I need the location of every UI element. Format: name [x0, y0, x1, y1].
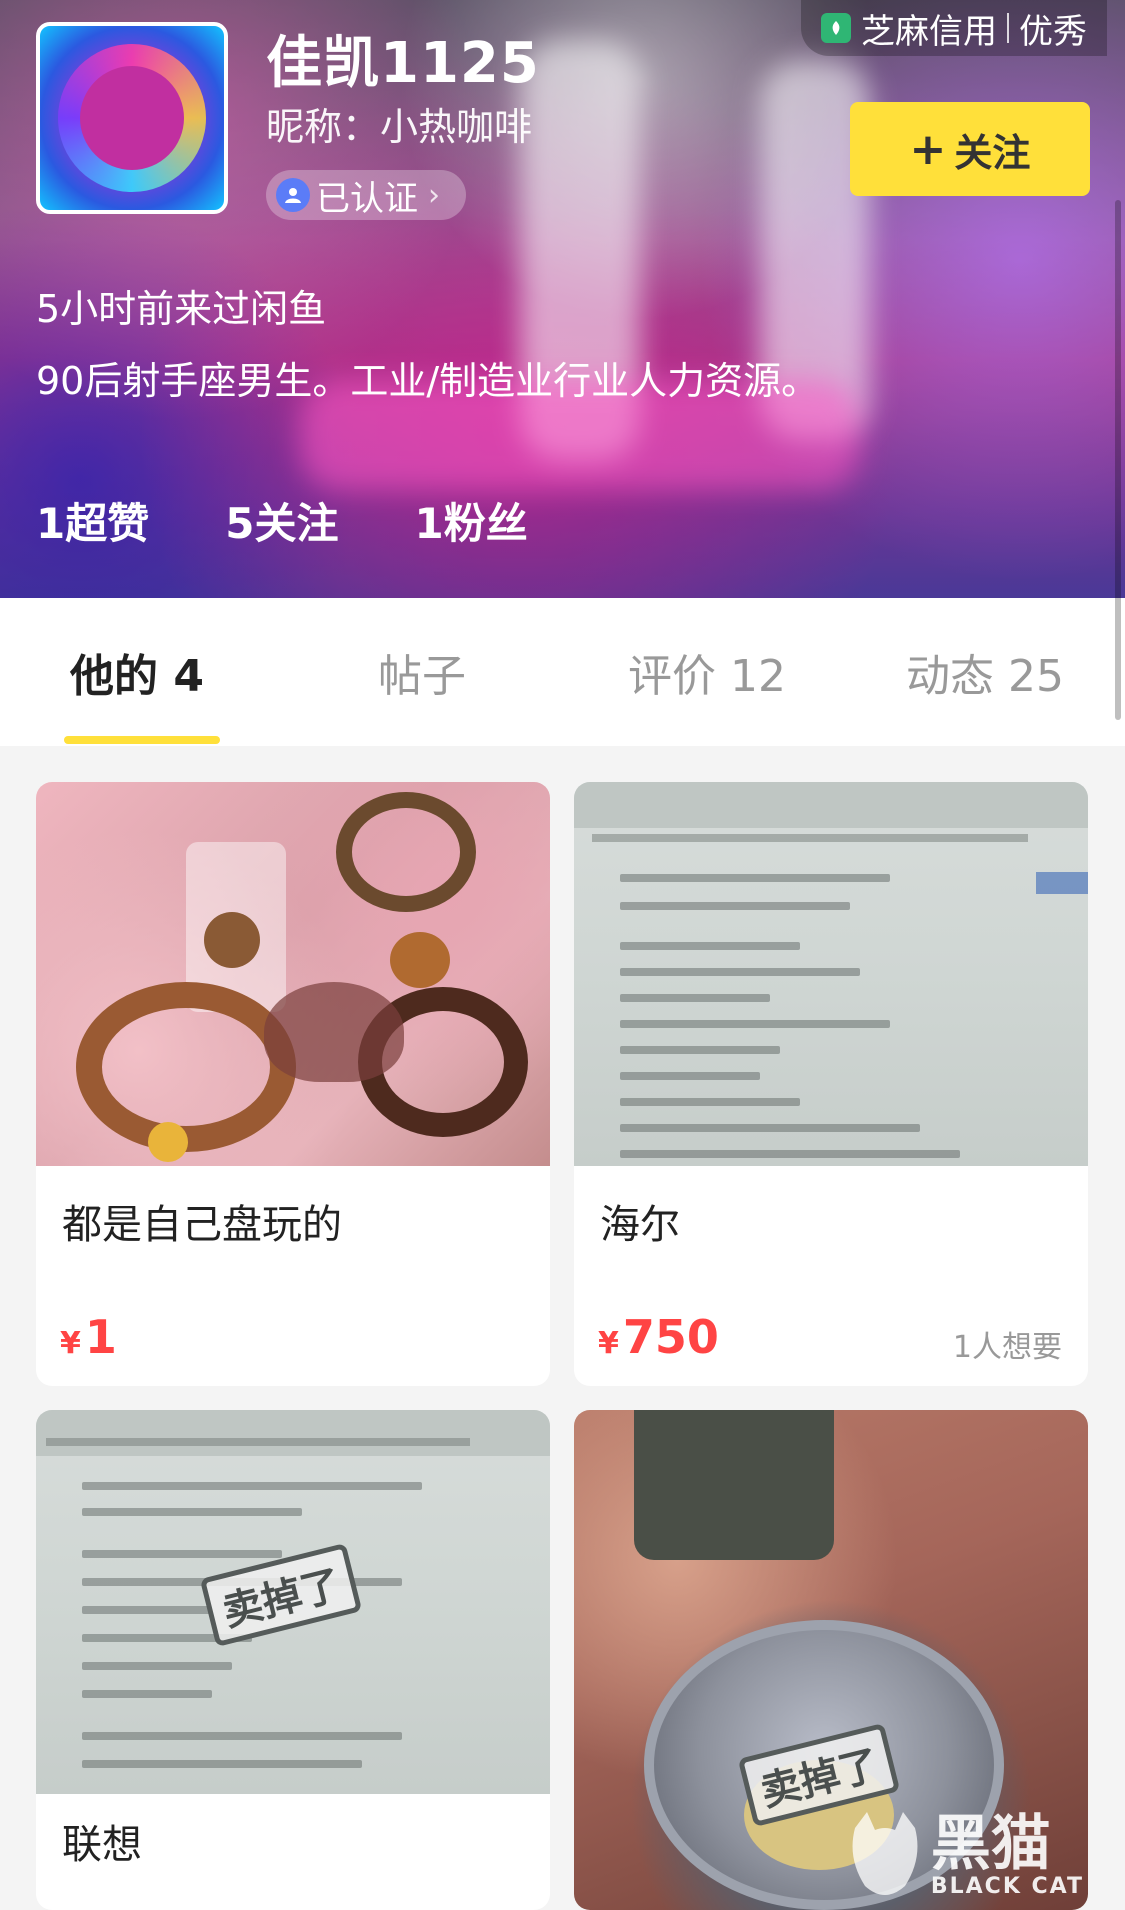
bracelet-shape	[76, 982, 296, 1152]
tab-items[interactable]: 他的 4	[70, 640, 204, 704]
credit-level: 优秀	[1019, 11, 1087, 52]
last-visit-text: 5小时前来过闲鱼	[36, 287, 327, 331]
gourd-bead-shape	[148, 1122, 188, 1162]
product-price: ¥750	[598, 1310, 719, 1364]
sheet-line-shape	[620, 968, 860, 976]
cat-logo-icon	[852, 1812, 918, 1895]
currency-symbol: ¥	[60, 1326, 81, 1361]
product-title: 海尔	[600, 1202, 680, 1248]
product-card[interactable]: 都是自己盘玩的 ¥1	[36, 782, 550, 1386]
product-card[interactable]: 卖掉了 黑猫 BLACK CAT	[574, 1410, 1088, 1910]
sold-stamp: 卖掉了	[199, 1542, 363, 1648]
currency-symbol: ¥	[598, 1326, 619, 1361]
profile-tabs: 他的 4 帖子 评价 12 动态 25	[0, 598, 1125, 746]
verified-person-icon	[276, 178, 310, 212]
sheet-line-shape	[82, 1690, 212, 1698]
tab-activity[interactable]: 动态 25	[906, 640, 1064, 704]
tab-reviews[interactable]: 评价 12	[628, 640, 786, 704]
avatar-center	[80, 66, 184, 170]
product-image	[574, 782, 1088, 1166]
sheet-line-shape	[620, 942, 800, 950]
sesame-credit-icon	[821, 13, 851, 43]
sheet-line-shape	[620, 1124, 920, 1132]
sheet-line-shape	[82, 1662, 232, 1670]
sheet-line-shape	[592, 834, 1028, 842]
sesame-credit-badge[interactable]: 芝麻信用 优秀	[801, 0, 1107, 56]
divider	[1007, 13, 1009, 43]
sheet-line-shape	[82, 1732, 402, 1740]
profile-header: 佳凯1125 昵称：小热咖啡 已认证 › 芝麻信用 优秀 + 关注 5小时前来过…	[0, 0, 1125, 598]
product-card[interactable]: 卖掉了 联想	[36, 1410, 550, 1910]
watermark-sub: BLACK CAT	[930, 1873, 1084, 1899]
sheet-line-shape	[620, 874, 890, 882]
product-image: 卖掉了	[36, 1410, 550, 1794]
credit-label: 芝麻信用	[861, 11, 997, 52]
product-price: ¥1	[60, 1310, 117, 1364]
price-value: 750	[622, 1310, 719, 1364]
bio-text: 90后射手座男生。工业/制造业行业人力资源。	[36, 359, 820, 403]
follow-button-label: 关注	[954, 130, 1031, 175]
wants-count: 1人想要	[952, 1330, 1062, 1365]
product-image: 卖掉了 黑猫 BLACK CAT	[574, 1410, 1088, 1910]
stat-following[interactable]: 5关注	[225, 490, 338, 551]
sheet-line-shape	[82, 1550, 282, 1558]
stat-followers[interactable]: 1粉丝	[414, 490, 527, 551]
sheet-line-shape	[620, 1020, 890, 1028]
active-tab-indicator	[64, 736, 220, 744]
product-card[interactable]: 海尔 ¥750 1人想要	[574, 782, 1088, 1386]
sheet-line-shape	[46, 1438, 470, 1446]
sheet-line-shape	[82, 1482, 422, 1490]
price-value: 1	[84, 1310, 117, 1364]
sheet-line-shape	[620, 902, 850, 910]
scrollbar[interactable]	[1115, 200, 1121, 720]
stats-row: 1超赞 5关注 1粉丝	[36, 490, 528, 551]
watermark-main: 黑猫	[930, 1808, 1051, 1879]
sheet-header-shape	[36, 1410, 550, 1456]
walnut-shape	[390, 932, 450, 988]
follow-button[interactable]: + 关注	[850, 102, 1090, 196]
username: 佳凯1125	[266, 31, 540, 96]
sheet-line-shape	[82, 1606, 212, 1614]
product-title: 都是自己盘玩的	[62, 1202, 342, 1248]
chevron-right-icon: ›	[428, 177, 440, 213]
sheet-line-shape	[620, 994, 770, 1002]
nickname: 昵称：小热咖啡	[266, 105, 533, 149]
tab-posts[interactable]: 帖子	[378, 640, 466, 704]
sheet-line-shape	[82, 1508, 302, 1516]
stat-likes[interactable]: 1超赞	[36, 490, 149, 551]
product-image	[36, 782, 550, 1166]
brand-logo-shape	[1036, 872, 1088, 894]
sheet-line-shape	[620, 1098, 800, 1106]
walnut-shape	[204, 912, 260, 968]
verified-label: 已认证	[316, 178, 418, 219]
plus-icon: +	[909, 123, 947, 175]
sheet-line-shape	[620, 1046, 780, 1054]
fabric-pattern-shape	[264, 982, 404, 1082]
product-title: 联想	[62, 1822, 142, 1868]
watermark: 黑猫 BLACK CAT	[845, 1808, 1084, 1904]
verified-badge[interactable]: 已认证 ›	[266, 170, 466, 220]
bracelet-shape	[336, 792, 476, 912]
sheet-line-shape	[82, 1760, 362, 1768]
sheet-line-shape	[620, 1150, 960, 1158]
sheet-header-shape	[574, 782, 1088, 828]
watch-strap-shape	[634, 1410, 834, 1560]
sheet-line-shape	[620, 1072, 760, 1080]
avatar[interactable]	[36, 22, 228, 214]
